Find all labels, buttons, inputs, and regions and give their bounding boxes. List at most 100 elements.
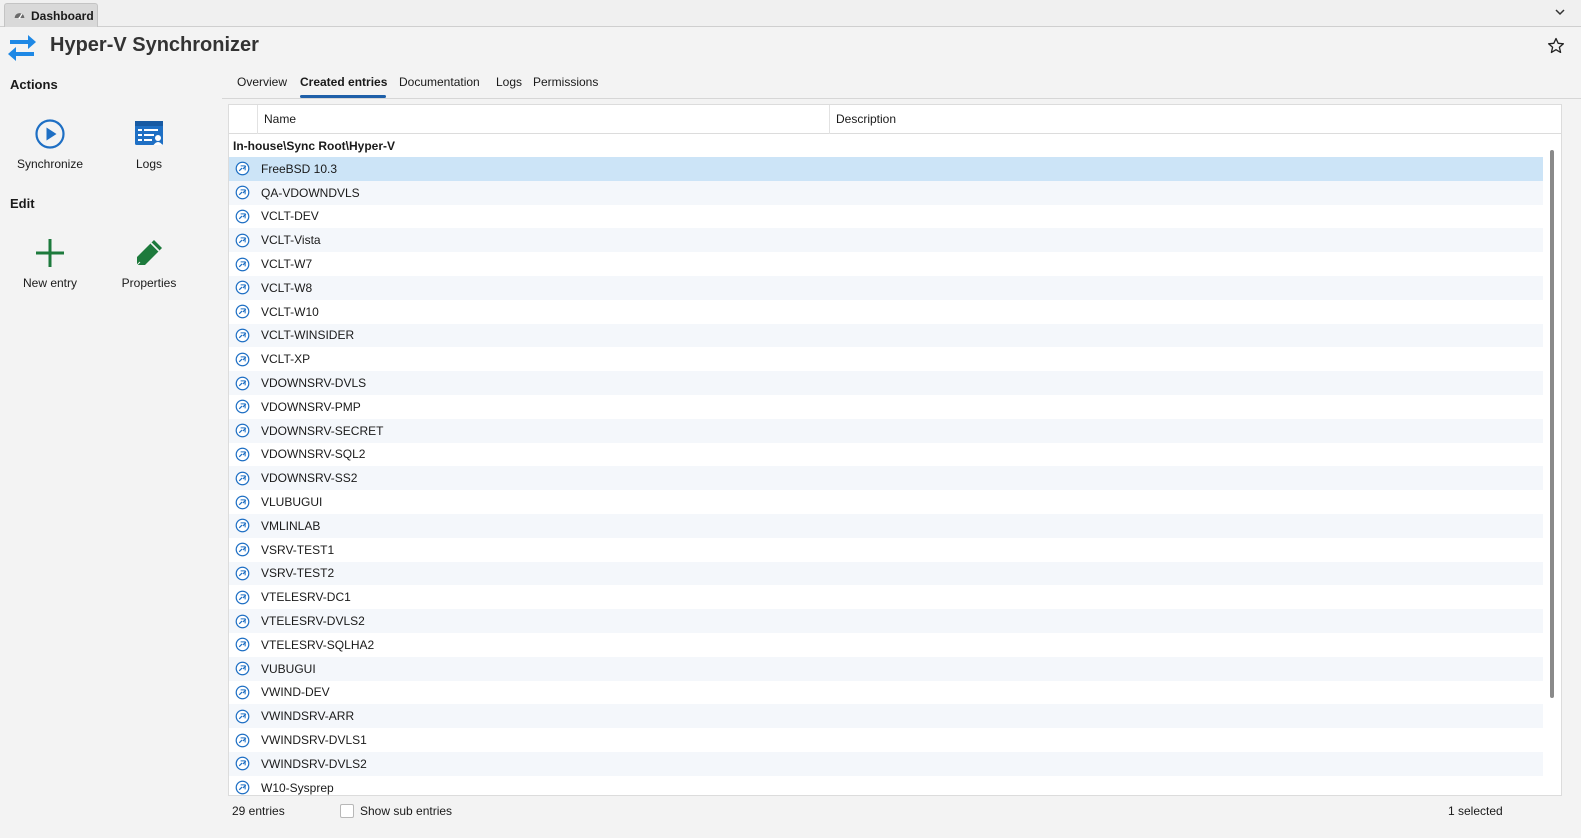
active-tab-indicator (300, 95, 386, 98)
table-row[interactable]: VCLT-WINSIDER (229, 323, 1545, 348)
table-row[interactable]: VCLT-Vista (229, 228, 1545, 253)
table-row[interactable]: VDOWNSRV-DVLS (229, 371, 1545, 395)
scrollbar-thumb[interactable] (1550, 150, 1554, 698)
table-row[interactable]: VDOWNSRV-SS2 (229, 466, 1545, 491)
table-row[interactable]: QA-VDOWNDVLS (229, 180, 1545, 205)
hyperv-vm-icon (235, 590, 250, 605)
hyperv-vm-icon (235, 566, 250, 581)
hyperv-vm-icon (235, 185, 250, 200)
table-row[interactable]: VSRV-TEST1 (229, 537, 1545, 562)
dashboard-gauge-icon (14, 13, 25, 19)
tab-overview[interactable]: Overview (237, 75, 287, 89)
chevron-down-icon[interactable] (1553, 5, 1567, 19)
table-row[interactable]: VCLT-XP (229, 347, 1545, 372)
table-row[interactable]: VUBUGUI (229, 656, 1545, 681)
entry-name: VDOWNSRV-SS2 (261, 471, 358, 486)
hyperv-vm-icon (235, 233, 250, 248)
table-row[interactable]: VMLINLAB (229, 513, 1545, 538)
entry-name: VWINDSRV-DVLS1 (261, 733, 367, 748)
hyperv-vm-icon (235, 661, 250, 676)
entry-name: VWIND-DEV (261, 685, 330, 700)
entries-grid: Name Description In-house\Sync Root\Hype… (228, 104, 1562, 796)
page-title: Hyper-V Synchronizer (50, 34, 259, 56)
table-row[interactable]: VTELESRV-SQLHA2 (229, 632, 1545, 657)
description-column-header[interactable]: Description (829, 105, 1545, 134)
table-row[interactable]: VCLT-W7 (229, 252, 1545, 276)
entry-name: VUBUGUI (261, 661, 316, 676)
plus-icon (36, 239, 64, 267)
entry-name: VCLT-W8 (261, 280, 313, 295)
entry-name: VCLT-W7 (261, 257, 313, 272)
table-row[interactable]: W10-Sysprep (229, 775, 1545, 795)
hyperv-vm-icon (235, 162, 250, 176)
dashboard-tab[interactable]: Dashboard (4, 3, 98, 27)
hyperv-vm-icon (235, 352, 250, 367)
new-entry-button[interactable]: New entry (10, 236, 90, 290)
entry-name: W10-Sysprep (261, 780, 334, 795)
table-row[interactable]: VTELESRV-DVLS2 (229, 609, 1545, 633)
synchronize-button[interactable]: Synchronize (10, 117, 90, 171)
table-row[interactable]: FreeBSD 10.3 (229, 157, 1545, 181)
content-tabs: Overview Created entries Documentation L… (222, 67, 1581, 99)
entry-name: VLUBUGUI (261, 495, 323, 510)
icon-column-header[interactable] (229, 105, 257, 134)
main-content: Overview Created entries Documentation L… (222, 67, 1581, 838)
group-header[interactable]: In-house\Sync Root\Hyper-V (229, 135, 1545, 157)
hyperv-vm-icon (235, 304, 250, 319)
document-tab-strip: Dashboard (0, 0, 1581, 27)
name-column-header[interactable]: Name (257, 105, 829, 134)
tab-documentation[interactable]: Documentation (399, 75, 480, 89)
entry-name: VTELESRV-DC1 (261, 590, 351, 605)
table-row[interactable]: VWIND-DEV (229, 680, 1545, 705)
star-favorite-icon[interactable] (1547, 37, 1565, 55)
hyperv-vm-icon (235, 399, 250, 414)
hyperv-vm-icon (235, 614, 250, 628)
selected-count: 1 selected (1448, 804, 1503, 818)
vertical-scrollbar[interactable] (1543, 134, 1561, 795)
hyperv-vm-icon (235, 471, 250, 486)
entry-name: VDOWNSRV-PMP (261, 399, 361, 414)
entry-name: VMLINLAB (261, 518, 321, 533)
checkbox-box[interactable] (340, 804, 354, 818)
hyperv-vm-icon (235, 257, 250, 271)
entry-name: VWINDSRV-ARR (261, 709, 355, 724)
sync-arrows-icon (8, 35, 36, 61)
table-row[interactable]: VCLT-W10 (229, 299, 1545, 324)
table-row[interactable]: VSRV-TEST2 (229, 561, 1545, 586)
hyperv-vm-icon (235, 542, 250, 557)
hyperv-vm-icon (235, 780, 250, 795)
tab-created-entries[interactable]: Created entries (300, 75, 387, 89)
new-entry-label: New entry (22, 276, 78, 290)
table-row[interactable]: VDOWNSRV-SQL2 (229, 442, 1545, 467)
tab-logs[interactable]: Logs (496, 75, 522, 89)
properties-label: Properties (121, 276, 177, 290)
show-sub-entries-checkbox[interactable]: Show sub entries (340, 804, 452, 818)
table-row[interactable]: VTELESRV-DC1 (229, 585, 1545, 610)
hyperv-vm-icon (235, 209, 250, 224)
properties-button[interactable]: Properties (109, 236, 189, 290)
entry-name: VCLT-XP (261, 352, 311, 367)
actions-panel: Actions Synchronize Logs Edit New entry (0, 67, 222, 838)
hyperv-vm-icon (235, 280, 250, 295)
table-row[interactable]: VWINDSRV-DVLS2 (229, 751, 1545, 776)
table-row[interactable]: VWINDSRV-DVLS1 (229, 728, 1545, 752)
table-row[interactable]: VDOWNSRV-SECRET (229, 418, 1545, 443)
play-circle-icon (35, 119, 65, 149)
table-row[interactable]: VCLT-DEV (229, 204, 1545, 229)
entries-list: FreeBSD 10.3 QA-VDOWNDVLS VCLT-DEV VCLT-Vis… (229, 157, 1545, 795)
entry-name: VTELESRV-SQLHA2 (261, 637, 375, 652)
table-row[interactable]: VCLT-W8 (229, 275, 1545, 300)
entry-name: VDOWNSRV-DVLS (261, 376, 367, 391)
tab-permissions[interactable]: Permissions (533, 75, 598, 89)
table-row[interactable]: VWINDSRV-ARR (229, 704, 1545, 729)
logs-button[interactable]: Logs (109, 117, 189, 171)
hyperv-vm-icon (235, 447, 250, 462)
table-row[interactable]: VDOWNSRV-PMP (229, 394, 1545, 419)
entry-name: VDOWNSRV-SECRET (261, 423, 384, 438)
table-row[interactable]: VLUBUGUI (229, 490, 1545, 514)
hyperv-vm-icon (235, 756, 250, 771)
status-bar: 29 entries Show sub entries 1 selected (222, 796, 1581, 838)
entry-name: VWINDSRV-DVLS2 (261, 756, 367, 771)
hyperv-vm-icon (235, 423, 250, 438)
hyperv-vm-icon (235, 733, 250, 747)
